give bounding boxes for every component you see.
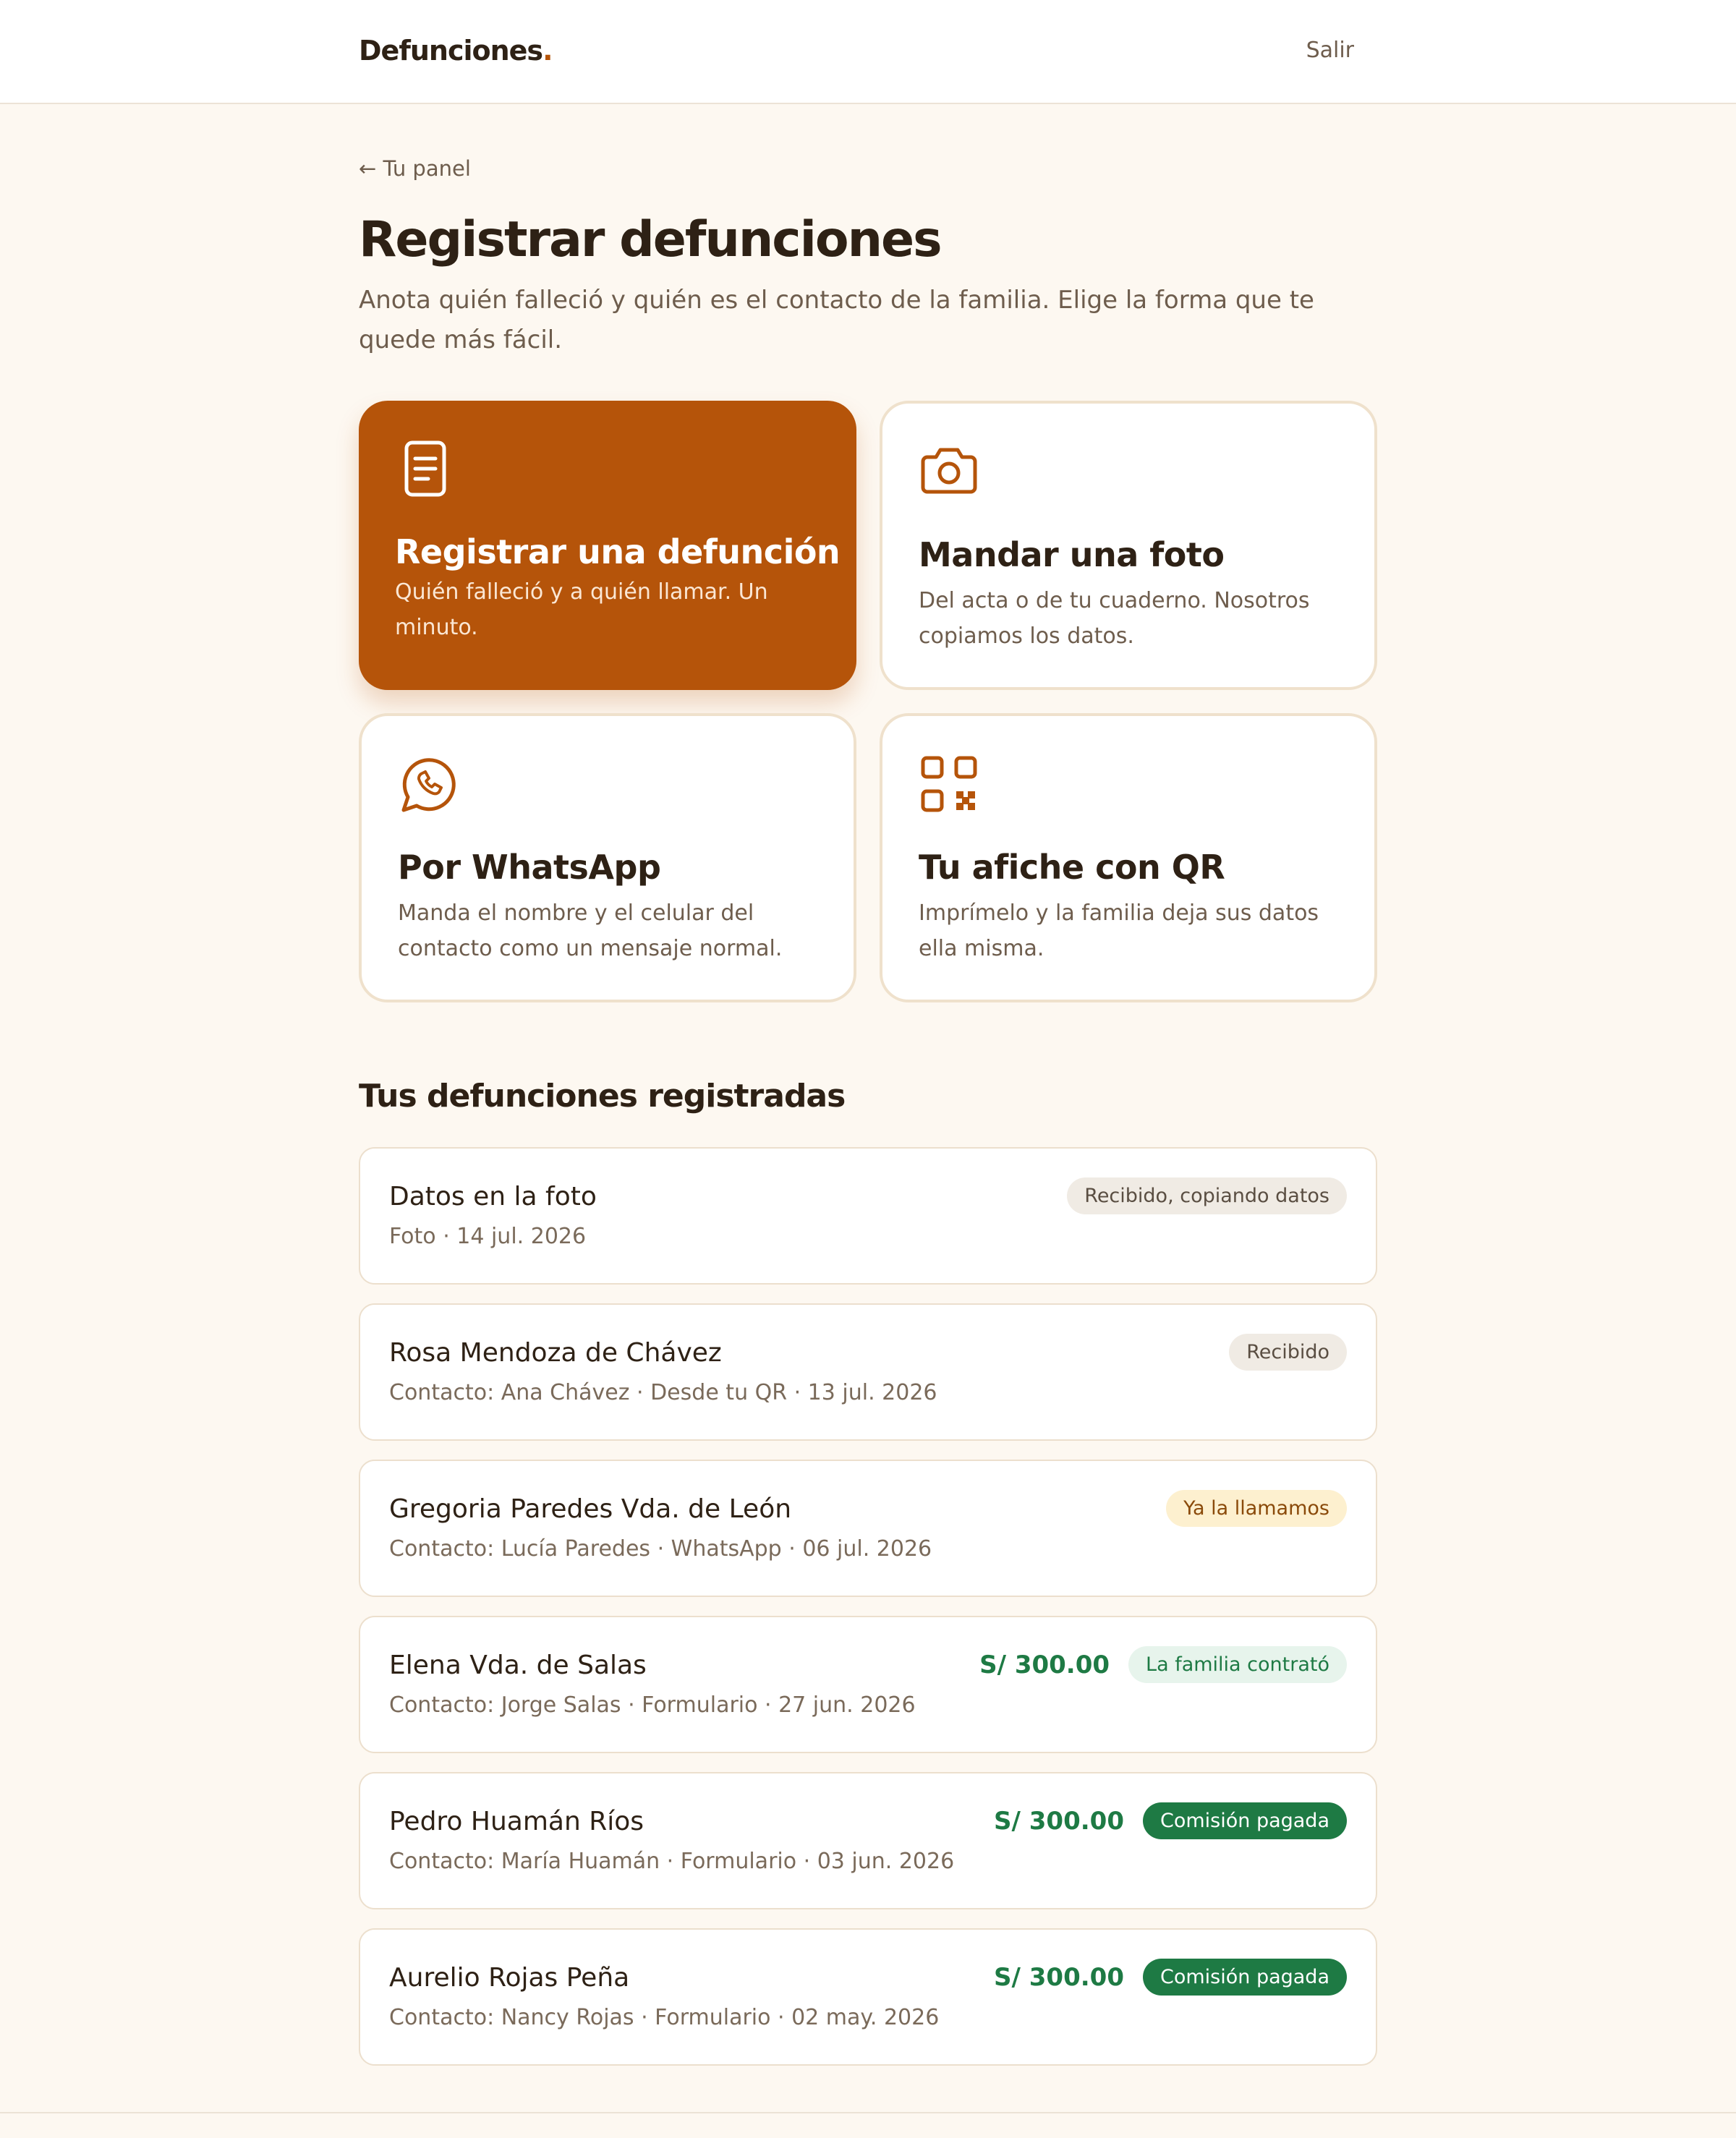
card-description: Imprímelo y la familia deja sus datos el…	[919, 900, 1319, 961]
brand-dot: .	[542, 35, 553, 67]
record-name: Datos en la foto	[389, 1182, 597, 1211]
document-icon	[404, 440, 446, 497]
status-badge: Recibido	[1229, 1334, 1347, 1371]
back-to-panel-link[interactable]: ← Tu panel	[359, 156, 471, 181]
send-photo-card[interactable]: Mandar una foto Del acta o de tu cuadern…	[880, 401, 1377, 690]
card-description: Quién falleció y a quién llamar. Un minu…	[395, 579, 768, 640]
camera-icon	[921, 448, 977, 494]
status-badge: Ya la llamamos	[1166, 1490, 1347, 1527]
records-list: Datos en la foto Foto · 14 jul. 2026 Rec…	[359, 1147, 1377, 2084]
record-meta: Contacto: Lucía Paredes · WhatsApp · 06 …	[389, 1536, 932, 1562]
card-title: Mandar una foto	[919, 535, 1225, 574]
list-item[interactable]: Rosa Mendoza de Chávez Contacto: Ana Chá…	[359, 1303, 1377, 1441]
commission-amount: S/ 300.00	[994, 1806, 1124, 1836]
list-item[interactable]: Gregoria Paredes Vda. de León Contacto: …	[359, 1460, 1377, 1597]
whatsapp-icon	[401, 758, 456, 812]
record-name: Aurelio Rojas Peña	[389, 1963, 630, 1993]
commission-amount: S/ 300.00	[994, 1962, 1124, 1992]
list-item[interactable]: Datos en la foto Foto · 14 jul. 2026 Rec…	[359, 1147, 1377, 1285]
record-meta: Contacto: Ana Chávez · Desde tu QR · 13 …	[389, 1380, 937, 1405]
list-item[interactable]: Elena Vda. de Salas Contacto: Jorge Sala…	[359, 1616, 1377, 1753]
commission-amount: S/ 300.00	[979, 1650, 1110, 1679]
whatsapp-card[interactable]: Por WhatsApp Manda el nombre y el celula…	[359, 713, 856, 1002]
footer-divider	[0, 2112, 1736, 2113]
logout-link[interactable]: Salir	[1306, 38, 1354, 63]
card-title: Tu afiche con QR	[919, 848, 1225, 887]
register-death-card[interactable]: Registrar una defunción Quién falleció y…	[359, 401, 856, 690]
qr-code-icon	[921, 756, 977, 812]
card-title: Registrar una defunción	[395, 532, 841, 571]
record-name: Pedro Huamán Ríos	[389, 1807, 644, 1836]
card-description: Manda el nombre y el celular del contact…	[398, 900, 783, 961]
record-name: Gregoria Paredes Vda. de León	[389, 1494, 792, 1524]
page-title: Registrar defunciones	[359, 211, 943, 268]
records-section-title: Tus defunciones registradas	[359, 1078, 846, 1115]
top-bar: Defunciones. Salir	[0, 0, 1736, 104]
status-badge: Recibido, copiando datos	[1067, 1177, 1347, 1214]
record-name: Rosa Mendoza de Chávez	[389, 1338, 722, 1368]
status-badge: Comisión pagada	[1142, 1959, 1347, 1996]
record-meta: Contacto: María Huamán · Formulario · 03…	[389, 1849, 955, 1874]
brand-logo[interactable]: Defunciones.	[359, 35, 553, 67]
qr-poster-card[interactable]: Tu afiche con QR Imprímelo y la familia …	[880, 713, 1377, 1002]
list-item[interactable]: Pedro Huamán Ríos Contacto: María Huamán…	[359, 1772, 1377, 1909]
page-subtitle: Anota quién falleció y quién es el conta…	[359, 286, 1314, 354]
card-title: Por WhatsApp	[398, 848, 661, 887]
record-meta: Foto · 14 jul. 2026	[389, 1224, 587, 1249]
record-name: Elena Vda. de Salas	[389, 1651, 647, 1680]
status-badge: La familia contrató	[1128, 1646, 1347, 1683]
list-item[interactable]: Aurelio Rojas Peña Contacto: Nancy Rojas…	[359, 1928, 1377, 2066]
record-meta: Contacto: Jorge Salas · Formulario · 27 …	[389, 1692, 916, 1718]
record-meta: Contacto: Nancy Rojas · Formulario · 02 …	[389, 2005, 940, 2030]
card-description: Del acta o de tu cuaderno. Nosotros copi…	[919, 588, 1310, 649]
status-badge: Comisión pagada	[1142, 1802, 1347, 1839]
